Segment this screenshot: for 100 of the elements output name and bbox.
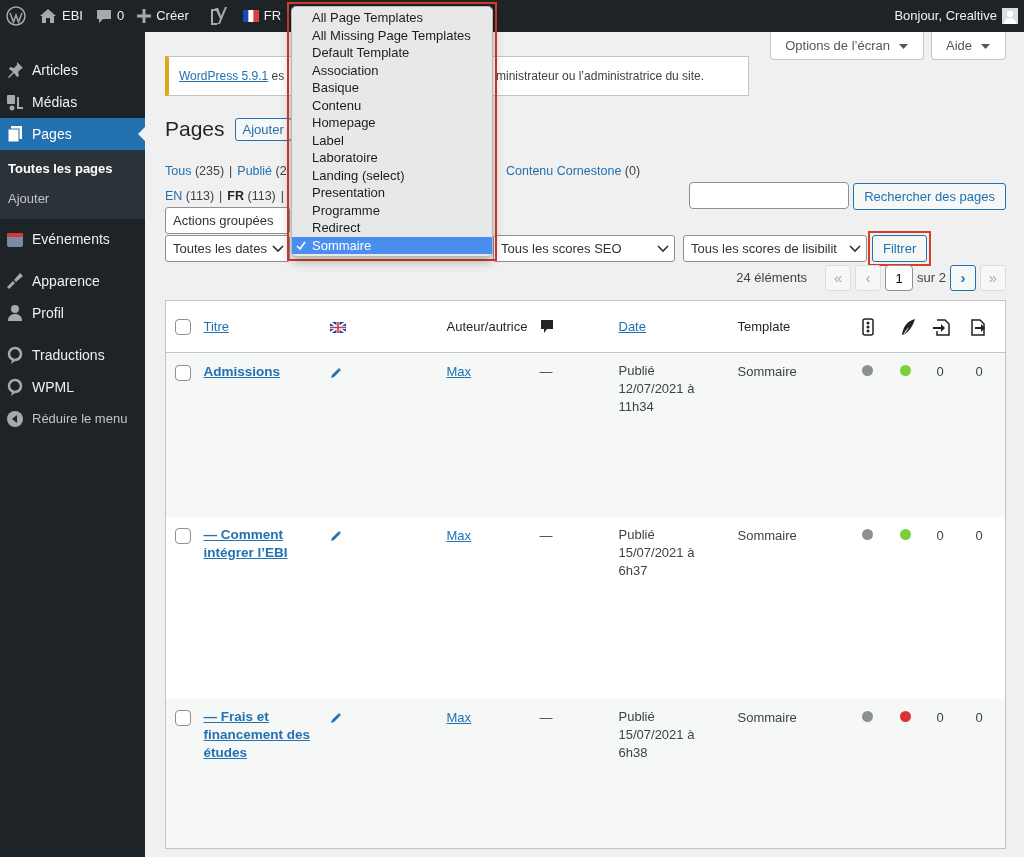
author-link[interactable]: Max <box>446 364 472 379</box>
dropdown-option[interactable]: Basique <box>292 79 492 97</box>
author-link[interactable]: Max <box>446 527 472 543</box>
date-text: Publié <box>618 525 656 544</box>
row-checkbox[interactable] <box>175 364 191 381</box>
outgoing-link-icon <box>968 318 987 337</box>
bulk-actions-select[interactable]: Actions groupées <box>165 207 290 234</box>
dropdown-option[interactable]: Association <box>292 61 492 79</box>
dropdown-option[interactable]: Redirect <box>292 219 492 237</box>
row-checkbox[interactable] <box>175 528 191 545</box>
page-total: sur 2 <box>917 269 946 288</box>
link-count: 0 <box>936 527 944 543</box>
person-icon <box>6 304 24 322</box>
notice-text: ministrateur ou l’administratrice du site. <box>496 68 705 85</box>
traffic-light-icon <box>861 318 874 337</box>
incoming-link-icon <box>931 318 950 337</box>
link-count: 0 <box>975 364 983 379</box>
view-filter[interactable]: Contenu Cornestone (0) <box>506 162 641 181</box>
sidebar-item[interactable]: Médias <box>0 86 145 118</box>
author-link[interactable]: Max <box>446 709 472 725</box>
flag-icon <box>242 10 259 22</box>
sidebar-item[interactable]: Articles <box>0 54 145 86</box>
template-name: Sommaire <box>737 709 797 725</box>
page-title-link[interactable]: — Frais et financement des études <box>203 707 318 762</box>
pencil-icon[interactable] <box>329 712 342 725</box>
search-field[interactable] <box>689 182 850 209</box>
home-icon <box>39 8 57 24</box>
add-new-button[interactable]: Ajouter <box>234 117 292 141</box>
dropdown-option[interactable]: Landing (select) <box>292 166 492 184</box>
filter-select[interactable]: Toutes les dates <box>165 235 290 262</box>
pencil-icon[interactable] <box>329 530 342 543</box>
screen-tab[interactable]: Aide <box>930 32 1006 60</box>
comment-count: — <box>539 364 553 379</box>
dropdown-option[interactable]: Laboratoire <box>292 149 492 167</box>
dropdown-option[interactable]: Label <box>292 131 492 149</box>
language-label: FR <box>263 7 282 26</box>
sidebar-item[interactable]: Pages <box>0 118 145 150</box>
view-filter[interactable]: Publié (2 <box>237 162 287 181</box>
comment-count: 0 <box>116 7 125 26</box>
dropdown-option[interactable]: Programme <box>292 201 492 219</box>
wordpress-logo[interactable] <box>6 6 26 26</box>
plus-icon <box>137 9 152 23</box>
uk-flag-icon <box>329 321 346 333</box>
select-all-checkbox[interactable] <box>175 319 191 336</box>
seo-plugin-icon[interactable] <box>208 6 227 26</box>
column-header: Template <box>737 317 791 336</box>
dropdown-option[interactable]: Contenu <box>292 96 492 114</box>
submenu-item[interactable]: Ajouter <box>0 183 145 213</box>
sidebar-item[interactable]: Traductions <box>0 339 145 371</box>
item-count: 24 éléments <box>736 269 808 288</box>
date-text: 6h38 <box>618 743 649 762</box>
page-number-field[interactable]: 1 <box>885 265 914 291</box>
separator: | <box>229 163 233 181</box>
sidebar-item[interactable]: Profil <box>0 297 145 329</box>
language-switcher[interactable]: FR <box>242 6 282 26</box>
page-title-link[interactable]: Admissions <box>203 363 281 381</box>
collapse-menu-button[interactable]: Réduire le menu <box>0 403 145 435</box>
search-button[interactable]: Rechercher des pages <box>853 183 1006 210</box>
dropdown-option[interactable]: Homepage <box>292 114 492 132</box>
submenu-item[interactable]: Toutes les pages <box>0 154 145 184</box>
link-count: 0 <box>975 709 983 725</box>
page-nav-button[interactable]: › <box>950 265 976 291</box>
date-text: Publié <box>618 362 656 380</box>
screen-tab[interactable]: Options de l’écran <box>770 32 924 60</box>
column-header-link[interactable]: Date <box>618 318 646 334</box>
date-text: 12/07/2021 à <box>618 380 696 398</box>
template-name: Sommaire <box>737 364 797 379</box>
checkmark-icon <box>296 240 306 251</box>
new-content-link[interactable]: Créer <box>137 6 189 26</box>
separator: | <box>280 188 284 206</box>
filter-button[interactable]: Filtrer <box>872 235 928 262</box>
filter-select[interactable]: Tous les scores de lisibilit <box>683 235 867 262</box>
row-checkbox[interactable] <box>175 710 191 727</box>
column-header-link[interactable]: Titre <box>203 318 230 334</box>
view-filter[interactable]: Tous (235) <box>165 162 225 181</box>
sidebar-item[interactable]: Evénements <box>0 223 145 255</box>
site-name: EBI <box>62 7 83 26</box>
template-name: Sommaire <box>737 527 797 543</box>
filter-select[interactable]: Tous les scores SEO <box>493 235 675 262</box>
sidebar-item[interactable]: WPML <box>0 371 145 403</box>
comment-count: — <box>539 527 553 543</box>
account-menu[interactable]: Bonjour, Crealtive <box>894 6 1018 26</box>
site-link[interactable]: EBI <box>39 6 83 26</box>
brush-icon <box>6 272 24 290</box>
dropdown-option[interactable]: All Missing Page Templates <box>292 26 492 44</box>
date-text: 6h37 <box>618 561 649 580</box>
notice-text: es <box>270 69 285 83</box>
dropdown-option[interactable]: Default Template <box>292 44 492 62</box>
page-title-link[interactable]: — Comment intégrer l’EBI <box>203 525 318 562</box>
update-link[interactable]: WordPress 5.9.1 <box>179 69 269 83</box>
dropdown-option[interactable]: All Page Templates <box>292 9 492 27</box>
view-filter[interactable]: EN (113) <box>165 187 215 206</box>
avatar-icon <box>1002 8 1018 24</box>
view-filter[interactable]: FR (113) <box>227 187 276 206</box>
sidebar-item[interactable]: Apparence <box>0 265 145 297</box>
comments-link[interactable]: 0 <box>95 6 125 26</box>
date-text: Publié <box>618 707 656 726</box>
pencil-icon[interactable] <box>329 366 342 379</box>
dropdown-option[interactable]: Presentation <box>292 184 492 202</box>
speech-icon <box>6 346 24 364</box>
